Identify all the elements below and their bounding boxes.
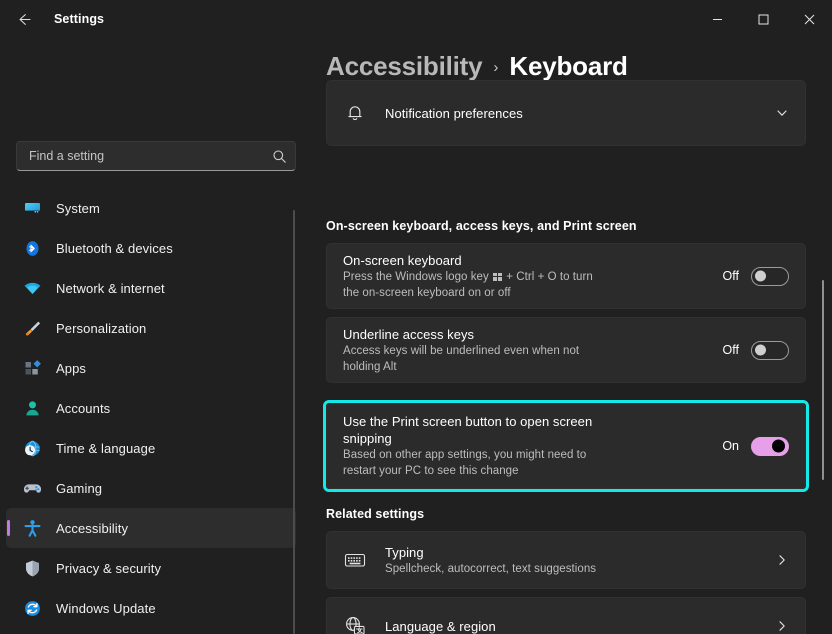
card-subtitle: Spellcheck, autocorrect, text suggestion… [385, 562, 597, 575]
sidebar-nav: System Bluetooth & devices Network & int… [0, 188, 310, 634]
sidebar-item-label: Personalization [56, 320, 147, 336]
sidebar-item-label: Accessibility [56, 520, 129, 536]
keyboard-icon [343, 548, 367, 572]
sidebar-item-personalization[interactable]: Personalization [6, 308, 296, 348]
section-heading-onscreen-keyboard: On-screen keyboard, access keys, and Pri… [326, 219, 637, 233]
card-subtitle-line2: the on-screen keyboard on or off [343, 286, 511, 299]
section-heading-related-settings: Related settings [326, 507, 425, 521]
card-title-line1: Use the Print screen button to open scre… [343, 414, 593, 429]
sidebar-item-time-language[interactable]: Time & language [6, 428, 296, 468]
sidebar-item-label: Windows Update [56, 600, 156, 616]
page-title: Keyboard [509, 51, 628, 81]
print-screen-snipping-toggle[interactable] [751, 436, 789, 456]
chevron-down-icon[interactable] [775, 106, 789, 120]
sidebar: System Bluetooth & devices [0, 38, 310, 634]
card-title: Underline access keys [343, 326, 475, 342]
toggle-state-label: Off [722, 269, 739, 283]
sidebar-item-label: System [56, 200, 100, 216]
underline-access-keys-card[interactable]: Underline access keys Access keys will b… [326, 317, 806, 383]
minimize-button[interactable] [694, 0, 740, 38]
close-icon [804, 14, 814, 24]
breadcrumb-parent[interactable]: Accessibility [326, 51, 483, 82]
search-input[interactable] [29, 149, 272, 163]
card-title: On-screen keyboard [343, 252, 462, 268]
card-subtitle-line1: Based on other app settings, you might n… [343, 449, 587, 461]
paintbrush-icon [22, 318, 42, 338]
globe-language-icon [343, 614, 367, 634]
content-scrollbar[interactable] [822, 280, 824, 480]
wifi-icon [22, 278, 42, 298]
apps-icon [22, 358, 42, 378]
breadcrumb: Accessibility › Keyboard [326, 51, 628, 82]
sidebar-item-system[interactable]: System [6, 188, 296, 228]
breadcrumb-separator-icon: › [493, 59, 499, 76]
maximize-icon [758, 14, 768, 24]
card-subtitle-line2: restart your PC to see this change [343, 465, 519, 477]
on-screen-keyboard-toggle[interactable] [751, 266, 789, 286]
chevron-right-icon [775, 553, 789, 567]
toggle-state-label: On [722, 439, 739, 453]
sidebar-item-label: Time & language [56, 440, 156, 456]
chevron-right-icon [775, 619, 789, 633]
on-screen-keyboard-card[interactable]: On-screen keyboard Press the Windows log… [326, 243, 806, 309]
search-container [16, 141, 296, 171]
sidebar-item-label: Network & internet [56, 280, 165, 296]
clock-globe-icon [22, 438, 42, 458]
card-subtitle: Press the Windows logo key + Ctrl + O to… [343, 270, 707, 285]
selection-accent-bar [7, 520, 10, 536]
account-person-icon [22, 398, 42, 418]
sidebar-item-accessibility[interactable]: Accessibility [6, 508, 296, 548]
card-title-line2: snipping [343, 431, 392, 446]
card-title: Language & region [385, 618, 496, 634]
settings-scroll-area: Notification preferences On-screen keybo… [310, 80, 832, 634]
card-subtitle-line1: Access keys will be underlined even when… [343, 344, 580, 357]
search-box[interactable] [16, 141, 296, 171]
shield-icon [22, 558, 42, 578]
sidebar-item-network-internet[interactable]: Network & internet [6, 268, 296, 308]
related-setting-typing[interactable]: Typing Spellcheck, autocorrect, text sug… [326, 531, 806, 589]
sidebar-item-label: Privacy & security [56, 560, 162, 576]
sidebar-scrollbar[interactable] [293, 210, 295, 634]
card-subtitle-pre: Press the Windows logo key [343, 270, 492, 283]
sidebar-item-apps[interactable]: Apps [6, 348, 296, 388]
sidebar-item-accounts[interactable]: Accounts [6, 388, 296, 428]
card-title: Notification preferences [385, 105, 523, 121]
sidebar-item-label: Accounts [56, 400, 111, 416]
back-arrow-icon [18, 13, 31, 25]
close-button[interactable] [786, 0, 832, 38]
update-refresh-icon [22, 598, 42, 618]
toggle-state-label: Off [722, 343, 739, 357]
underline-access-keys-toggle[interactable] [751, 340, 789, 360]
sidebar-item-windows-update[interactable]: Windows Update [6, 588, 296, 628]
system-monitor-icon [22, 198, 42, 218]
windows-logo-key-icon [493, 272, 502, 281]
sidebar-item-label: Gaming [56, 480, 103, 496]
sidebar-item-bluetooth-devices[interactable]: Bluetooth & devices [6, 228, 296, 268]
sidebar-item-privacy-security[interactable]: Privacy & security [6, 548, 296, 588]
print-screen-snipping-card[interactable]: Use the Print screen button to open scre… [326, 403, 806, 489]
settings-window: Settings Find a setting System Bluetooth… [0, 0, 832, 634]
maximize-button[interactable] [740, 0, 786, 38]
search-icon [272, 149, 287, 164]
bluetooth-icon [22, 238, 42, 258]
card-title: Typing [385, 544, 424, 560]
window-controls [694, 0, 832, 38]
card-subtitle-line2: holding Alt [343, 360, 397, 373]
title-bar: Settings [0, 0, 832, 38]
sidebar-item-gaming[interactable]: Gaming [6, 468, 296, 508]
sidebar-item-label: Apps [56, 360, 87, 376]
card-subtitle-post: + Ctrl + O to turn [503, 270, 593, 283]
gamepad-icon [22, 478, 42, 498]
notification-preferences-card[interactable]: Notification preferences [326, 80, 806, 146]
accessibility-person-icon [22, 518, 42, 538]
minimize-icon [712, 18, 722, 20]
related-setting-language-region[interactable]: Language & region [326, 597, 806, 634]
app-title: Settings [54, 12, 105, 26]
sidebar-item-label: Bluetooth & devices [56, 240, 173, 256]
bell-icon [343, 101, 367, 125]
back-button[interactable] [6, 3, 42, 35]
main-content: Accessibility › Keyboard Notification pr… [310, 38, 832, 634]
